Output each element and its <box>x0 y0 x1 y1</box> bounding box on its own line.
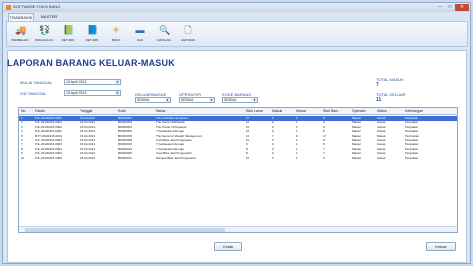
laporan-button[interactable]: 🗋 LAPORAN <box>177 23 199 47</box>
col-kode[interactable]: Kode <box>118 109 126 113</box>
pembelian-button[interactable]: 🚚 PEMBELIAN <box>9 23 31 47</box>
ribbon-toolbar: 🚚 PEMBELIAN 💱 PENJUALAN 📗 RETURN 📘 RETURN ☀ B… <box>6 21 468 47</box>
print-button[interactable]: Cetak <box>214 242 242 251</box>
chevron-down-icon: ▼ <box>209 98 214 102</box>
table-cell: 10 <box>246 155 250 160</box>
search-icon: 🔍 <box>159 25 171 35</box>
table-cell: 9 <box>323 155 325 160</box>
return-doc-icon: 📘 <box>87 25 99 35</box>
page-title: LAPORAN BARANG KELUAR-MASUK <box>7 58 175 68</box>
from-date-label: MULAI TANGGAL <box>20 80 53 85</box>
col-operator[interactable]: Operator <box>352 109 366 113</box>
table-cell: Keluar <box>377 155 386 160</box>
col-keterangan[interactable]: Keterangan <box>405 109 423 113</box>
kas-button[interactable]: ▬ KAS <box>129 23 151 47</box>
chevron-down-icon: ▼ <box>115 80 120 84</box>
col-nama[interactable]: Nama <box>156 109 165 113</box>
tab-master[interactable]: MASTER <box>36 13 62 21</box>
katalog-button[interactable]: 🔍 KATALOG <box>153 23 175 47</box>
total-in-label: TOTAL MASUK <box>376 77 404 82</box>
truck-icon: 🚚 <box>15 25 27 35</box>
tab-transaksi[interactable]: TRANSAKSI <box>8 13 34 21</box>
total-out-value: 11 <box>376 97 382 103</box>
cash-drawer-icon: ▬ <box>135 25 145 35</box>
return-doc-button[interactable]: 📘 RETURN <box>81 23 103 47</box>
table-header: No Faktur Tanggal Kode Nama Stok Lama Ma… <box>19 108 457 115</box>
scrollbar-thumb[interactable] <box>25 228 225 232</box>
to-date-label: S/D TANGGAL <box>20 91 47 96</box>
col-keluar[interactable]: Keluar <box>296 109 306 113</box>
horizontal-scrollbar[interactable] <box>19 226 457 232</box>
window-title: SOFTWARE TOKO BANG <box>13 4 61 9</box>
table-row[interactable]: 10 PJL.20130415.0005 15.04.2013 BK000011 Men… <box>19 156 457 161</box>
table-cell: Penjualan <box>405 155 419 160</box>
col-faktur[interactable]: Faktur <box>35 109 45 113</box>
table-cell: 15.04.2013 <box>80 155 96 160</box>
col-masuk[interactable]: Masuk <box>272 109 282 113</box>
total-in-value: 7 <box>376 82 379 88</box>
return-button[interactable]: 📗 RETURN <box>57 23 79 47</box>
from-date-picker[interactable]: 15 April 2013 ▼ <box>64 79 121 85</box>
close-window-button[interactable]: ✕ <box>455 4 469 11</box>
report-table[interactable]: No Faktur Tanggal Kode Nama Stok Lama Ma… <box>18 107 458 233</box>
table-cell: 0 <box>272 155 274 160</box>
col-stok-baru[interactable]: Stok Baru <box>323 109 338 113</box>
table-cell: 1 <box>296 155 298 160</box>
maximize-button[interactable]: □ <box>445 4 455 11</box>
col-status[interactable]: Status <box>377 109 387 113</box>
table-cell: PJL.20130415.0005 <box>35 155 62 160</box>
col-stok-lama[interactable]: Stok Lama <box>246 109 263 113</box>
cash-icon: 💱 <box>39 25 51 35</box>
chevron-down-icon: ▼ <box>115 91 120 95</box>
return-icon: 📗 <box>63 25 75 35</box>
app-icon <box>6 5 11 10</box>
table-cell: Master <box>352 155 362 160</box>
chevron-down-icon: ▼ <box>252 98 257 102</box>
operator-filter-select[interactable]: SEMUA ▼ <box>179 97 215 103</box>
type-filter-select[interactable]: SEMUA ▼ <box>135 97 171 103</box>
item-code-filter-select[interactable]: SEMUA ▼ <box>222 97 258 103</box>
report-icon: 🗋 <box>184 25 192 35</box>
col-tanggal[interactable]: Tanggal <box>80 109 92 113</box>
exit-button[interactable]: Keluar <box>426 242 456 251</box>
minimize-button[interactable]: – <box>435 4 445 11</box>
col-no[interactable]: No <box>21 109 25 113</box>
table-cell: Menjual Bisa Jadi Pengusaha <box>156 155 196 160</box>
table-cell: BK000011 <box>118 155 132 160</box>
penjualan-button[interactable]: 💱 PENJUALAN <box>33 23 55 47</box>
table-cell: 10 <box>21 155 25 160</box>
to-date-picker[interactable]: 15 April 2013 ▼ <box>64 90 121 96</box>
biaya-button[interactable]: ☀ BIAYA <box>105 23 127 47</box>
coins-icon: ☀ <box>111 25 121 35</box>
chevron-down-icon: ▼ <box>165 98 170 102</box>
title-bar: SOFTWARE TOKO BANG – □ ✕ <box>3 3 470 12</box>
